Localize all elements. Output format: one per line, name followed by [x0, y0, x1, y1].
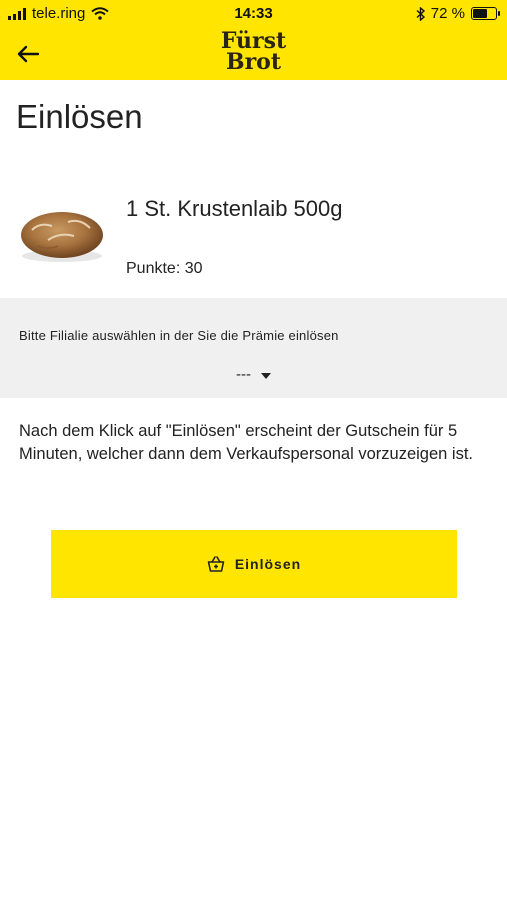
status-bar: tele.ring 14:33 72 %: [0, 0, 507, 28]
redeem-button[interactable]: Einlösen: [51, 530, 457, 598]
status-bar-right: 72 %: [416, 5, 500, 22]
branch-select-label: Bitte Filialie auswählen in der Sie die …: [19, 328, 339, 343]
bread-image: [21, 212, 103, 262]
info-text: Nach dem Klick auf "Einlösen" erscheint …: [19, 422, 473, 463]
nav-bar: Fürst Brot: [0, 28, 507, 80]
page-title: Einlösen: [16, 98, 143, 135]
product-points: Punkte: 30: [126, 260, 203, 277]
battery-icon: [471, 7, 500, 20]
bluetooth-icon: [416, 6, 425, 21]
branch-select-dropdown[interactable]: ---: [0, 366, 507, 383]
product-name: 1 St. Krustenlaib 500g: [126, 196, 343, 221]
logo-line-2: Brot: [225, 49, 282, 75]
redeem-button-label: Einlösen: [234, 556, 302, 572]
branch-select-panel: Bitte Filialie auswählen in der Sie die …: [0, 298, 507, 398]
battery-percent: 72 %: [430, 5, 465, 22]
caret-down-icon: [261, 372, 271, 379]
basket-icon: [207, 556, 225, 572]
brand-logo: Fürst Brot: [0, 30, 507, 75]
branch-select-value: ---: [236, 366, 251, 383]
